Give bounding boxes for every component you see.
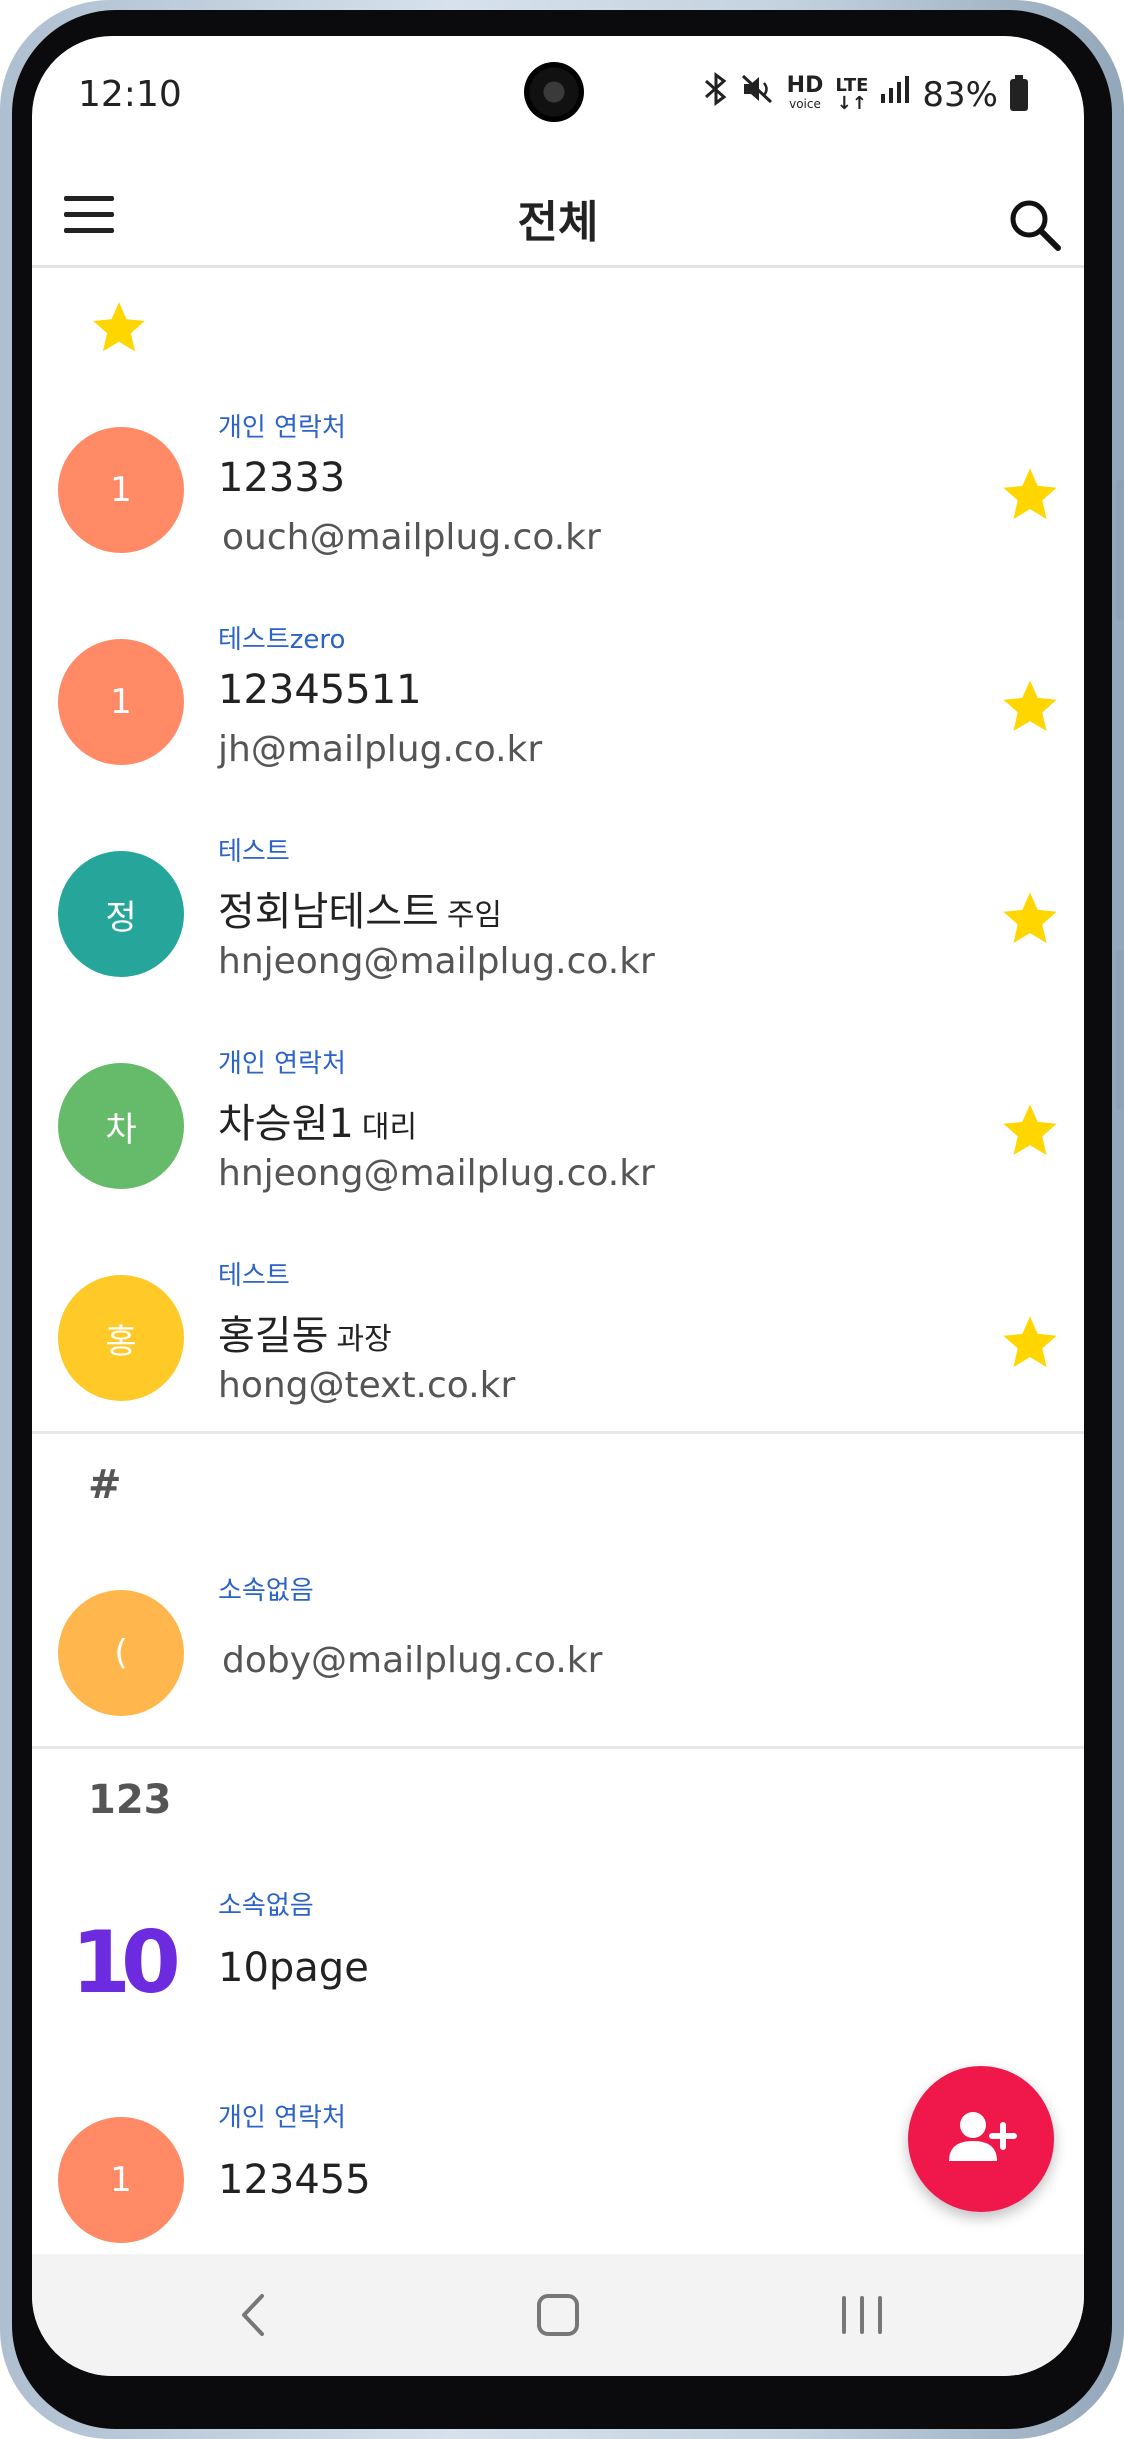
contact-group: 소속없음 [218, 1891, 314, 1921]
contact-email: jh@mailplug.co.kr [218, 729, 543, 770]
contact-email: hong@text.co.kr [218, 1365, 516, 1406]
contact-group: 테스트 [218, 837, 290, 867]
section-header-label: # [88, 1462, 122, 1508]
avatar: 정 [58, 851, 184, 977]
contact-row[interactable]: 정 테스트 정회남테스트 주임 hnjeong@mailplug.co.kr [32, 795, 1084, 1007]
signal-icon [880, 74, 910, 115]
contact-group: 개인 연락처 [218, 2103, 346, 2133]
contact-name: 차승원1 대리 [218, 1091, 417, 1149]
contact-name: 12345511 [218, 667, 422, 713]
home-icon[interactable] [518, 2282, 598, 2348]
contact-row[interactable]: ( 소속없음 doby@mailplug.co.kr [32, 1534, 1084, 1746]
search-icon[interactable] [1006, 196, 1062, 252]
bluetooth-icon [703, 72, 729, 117]
lte-label: LTE [835, 74, 869, 96]
favorite-star-icon[interactable] [998, 1099, 1062, 1163]
lte-arrows: ↓↑ [836, 92, 867, 114]
contact-row[interactable]: 1 개인 연락처 12333 ouch@mailplug.co.kr [32, 371, 1084, 583]
star-icon [93, 302, 145, 352]
contact-name: 10page [218, 1945, 369, 1991]
lte-icon: LTE ↓↑ [835, 74, 869, 114]
contact-name-text: 12345511 [218, 667, 422, 713]
avatar: 차 [58, 1063, 184, 1189]
favorite-star-icon[interactable] [998, 463, 1062, 527]
contact-email: hnjeong@mailplug.co.kr [218, 941, 655, 982]
contact-name-text: 차승원1 [218, 1101, 354, 1147]
app-bar: 전체 [32, 156, 1084, 268]
contact-list: 1 개인 연락처 12333 ouch@mailplug.co.kr 1 테스트… [32, 271, 1084, 2273]
hd-voice-icon: HD voice [786, 72, 824, 113]
voice-label: voice [789, 96, 821, 111]
contact-row[interactable]: 10 소속없음 10page [32, 1849, 1084, 2061]
avatar: ( [58, 1590, 184, 1716]
contact-name-text: 123455 [218, 2157, 371, 2203]
contact-name: 홍길동 과장 [218, 1303, 392, 1361]
favorite-star-icon[interactable] [998, 887, 1062, 951]
battery-icon [1010, 74, 1028, 111]
contact-name-text: 12333 [218, 455, 346, 501]
contact-row[interactable]: 1 테스트zero 12345511 jh@mailplug.co.kr [32, 583, 1084, 795]
avatar: 1 [58, 2117, 184, 2243]
contact-group: 소속없음 [218, 1576, 314, 1606]
hash-section-header: # [32, 1434, 1084, 1534]
contact-logo: 10 [71, 1913, 181, 2013]
contact-name-text: 홍길동 [218, 1313, 329, 1359]
contact-name: 123455 [218, 2157, 371, 2203]
add-person-icon [949, 2112, 1017, 2161]
volume-button [1116, 480, 1124, 620]
front-camera [524, 62, 584, 122]
back-icon[interactable] [216, 2282, 296, 2348]
page-title: 전체 [517, 197, 599, 248]
contact-rank: 대리 [361, 1110, 418, 1145]
contact-group: 테스트 [218, 1261, 290, 1291]
contact-rank: 과장 [336, 1322, 392, 1357]
contact-group: 테스트zero [218, 625, 346, 655]
contact-email: doby@mailplug.co.kr [222, 1640, 603, 1681]
navigation-bar [32, 2254, 1084, 2376]
contact-group: 개인 연락처 [218, 1049, 346, 1079]
hd-label: HD [786, 72, 824, 98]
power-button [1116, 950, 1124, 1110]
battery-percent: 83% [922, 74, 998, 115]
avatar: 1 [58, 427, 184, 553]
avatar: 1 [58, 639, 184, 765]
contact-row[interactable]: 차 개인 연락처 차승원1 대리 hnjeong@mailplug.co.kr [32, 1007, 1084, 1219]
contact-rank: 주임 [446, 898, 503, 933]
avatar: 홍 [58, 1275, 184, 1401]
status-icons: HD voice LTE ↓↑ 83% [703, 72, 1028, 117]
contact-name-text: 10page [218, 1945, 369, 1991]
favorite-star-icon[interactable] [998, 1311, 1062, 1375]
contact-email: ouch@mailplug.co.kr [222, 517, 601, 558]
contact-name: 12333 [218, 455, 345, 501]
contact-name-text: 정회남테스트 [218, 889, 439, 935]
numeric-section-header: 123 [32, 1749, 1084, 1849]
recent-apps-icon[interactable] [822, 2282, 902, 2348]
section-header-label: 123 [88, 1777, 172, 1823]
contact-row[interactable]: 홍 테스트 홍길동 과장 hong@text.co.kr [32, 1219, 1084, 1431]
mute-icon [741, 72, 775, 117]
favorites-section-header [32, 271, 1084, 371]
screen: 12:10 HD voice LTE ↓↑ 83% 전체 1 개인 연락처 12… [32, 36, 1084, 2376]
status-bar: 12:10 HD voice LTE ↓↑ 83% [32, 36, 1084, 156]
status-time: 12:10 [78, 74, 182, 115]
contact-name: 정회남테스트 주임 [218, 879, 502, 937]
contact-email: hnjeong@mailplug.co.kr [218, 1153, 655, 1194]
favorite-star-icon[interactable] [998, 675, 1062, 739]
add-contact-button[interactable] [908, 2066, 1054, 2212]
contact-group: 개인 연락처 [218, 413, 346, 443]
